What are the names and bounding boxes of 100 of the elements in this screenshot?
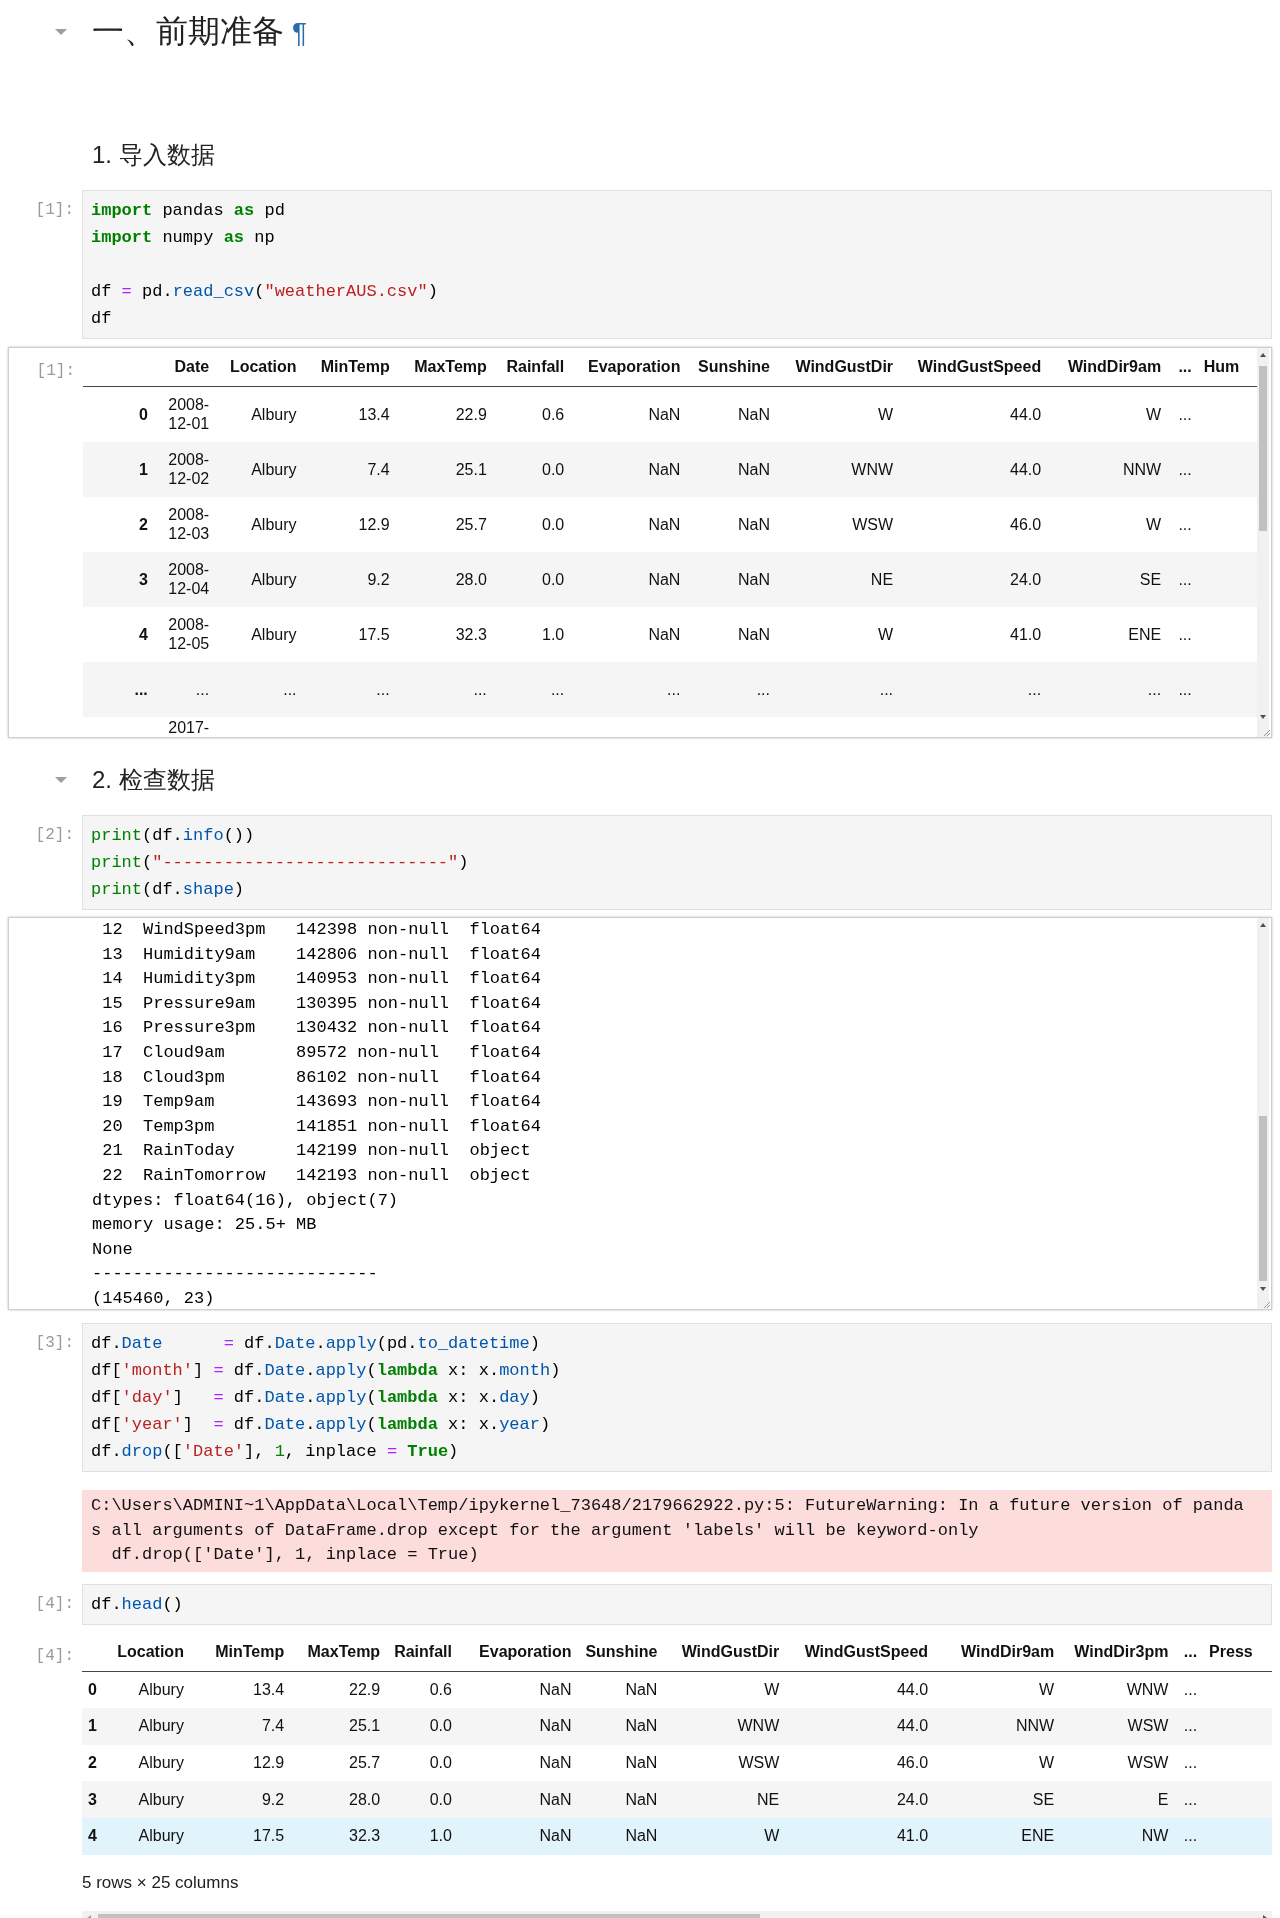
column-header: WindDir3pm — [1060, 1632, 1175, 1672]
vertical-scrollbar[interactable] — [1257, 348, 1269, 737]
table-cell: Albury — [215, 551, 303, 607]
table-cell: W — [776, 606, 900, 662]
collapse-caret-icon[interactable] — [54, 28, 68, 36]
table-cell: Albury — [111, 1671, 190, 1708]
table-cell: ... — [776, 661, 900, 717]
code-input[interactable]: print(df.info()) print("----------------------------") print(df.shape) — [82, 815, 1272, 910]
table-cell: 0.0 — [492, 441, 571, 497]
table-cell: W — [934, 1744, 1061, 1782]
table-cell: NaN — [577, 1781, 664, 1819]
table-cell: W — [776, 386, 900, 442]
table-cell: NE — [776, 551, 900, 607]
resize-grip-icon[interactable] — [1263, 1301, 1271, 1309]
table-cell: 28.0 — [290, 1781, 387, 1819]
output-line: s all arguments of DataFrame.drop except for the argument 'labels' will be keyword-only — [91, 1519, 979, 1542]
column-header: WindDir9am — [934, 1632, 1061, 1672]
table-cell: 2008-12-01 — [153, 386, 216, 442]
table-cell: 22.9 — [395, 386, 493, 442]
table-cell: Albury — [111, 1707, 190, 1745]
column-header: WindGustSpeed — [899, 348, 1048, 387]
column-header: WindGustDir — [663, 1632, 786, 1672]
output-line: None — [92, 1238, 133, 1261]
vertical-scrollbar[interactable] — [1257, 918, 1269, 1309]
output-line: (145460, 23) — [92, 1287, 215, 1309]
table-cell — [1203, 1818, 1272, 1855]
row-index: 2 — [82, 1744, 112, 1782]
code-line: print(df.shape) — [91, 879, 245, 901]
table-cell: 17.5 — [189, 1818, 291, 1855]
table-cell: NaN — [577, 1671, 664, 1708]
output-line: 19 Temp9am 143693 non-null float64 — [101, 1091, 541, 1114]
cell-prompt: [3]: — [34, 1333, 75, 1354]
table-cell: ... — [1167, 551, 1198, 607]
table-cell: ... — [1167, 606, 1198, 662]
cell-prompt: [4]: — [34, 1645, 75, 1667]
column-header: WindGustSpeed — [785, 1632, 935, 1672]
table-cell: NaN — [686, 551, 776, 607]
row-index: 0 — [83, 386, 154, 442]
table-cell: 9.2 — [302, 551, 396, 607]
resize-grip-icon[interactable] — [1263, 729, 1271, 737]
table-cell: SE — [1047, 551, 1168, 607]
code-line: df = pd.read_csv("weatherAUS.csv") — [91, 281, 438, 303]
code-line: print(df.info()) — [91, 825, 255, 847]
table-cell: 32.3 — [395, 606, 493, 662]
table-cell: NaN — [686, 386, 776, 442]
code-line: df['year'] = df.Date.apply(lambda x: x.year) — [91, 1414, 551, 1436]
anchor-link[interactable]: ¶ — [292, 17, 308, 48]
cell-prompt: [1]: — [34, 200, 75, 221]
table-cell: NaN — [570, 386, 687, 442]
row-index: 1 — [82, 1707, 112, 1745]
table-cell: 2008-12-03 — [153, 496, 216, 552]
table-cell: NaN — [686, 441, 776, 497]
column-header: Sunshine — [686, 348, 776, 387]
table-cell: NNW — [934, 1707, 1061, 1745]
code-line: df.drop(['Date'], 1, inplace = True) — [91, 1441, 459, 1463]
code-line: df['month'] = df.Date.apply(lambda x: x.month) — [91, 1360, 561, 1382]
code-line: df — [91, 308, 112, 330]
section-heading: 2. 检查数据 — [92, 765, 215, 795]
table-cell: 28.0 — [395, 551, 493, 607]
table-summary: 5 rows × 25 columns — [82, 1872, 239, 1893]
table-cell: 7.4 — [302, 441, 396, 497]
table-cell: ... — [1167, 661, 1198, 717]
code-input[interactable]: df.head() — [82, 1583, 1272, 1625]
column-header: MaxTemp — [290, 1632, 387, 1672]
table-cell: NaN — [457, 1818, 578, 1855]
code-input[interactable] — [82, 1323, 1272, 1472]
table-cell: 17.5 — [302, 606, 396, 662]
table-cell: 25.1 — [290, 1707, 387, 1745]
table-cell — [1203, 1781, 1272, 1819]
output-line: 17 Cloud9am 89572 non-null float64 — [101, 1041, 541, 1064]
table-cell: NaN — [570, 496, 687, 552]
table-cell: 25.1 — [395, 441, 493, 497]
table-cell: NW — [1060, 1818, 1175, 1855]
table-cell: W — [663, 1818, 786, 1855]
output-line: ---------------------------- — [92, 1263, 378, 1286]
code-input[interactable]: import pandas as pd import numpy as np df = pd.read_csv("weatherAUS.csv") df — [82, 190, 1272, 339]
table-cell: 32.3 — [290, 1818, 387, 1855]
table-cell: WNW — [1060, 1671, 1175, 1708]
table-cell: 44.0 — [899, 441, 1048, 497]
row-index: 0 — [82, 1671, 112, 1708]
column-header: Location — [111, 1632, 190, 1672]
column-header: Date — [153, 348, 216, 387]
table-cell: NaN — [457, 1781, 578, 1819]
row-index: ... — [83, 661, 154, 717]
code-line: import pandas as pd — [91, 200, 285, 222]
column-header: Rainfall — [386, 1632, 458, 1672]
table-cell: 2008-12-02 — [153, 441, 216, 497]
table-cell: NaN — [577, 1818, 664, 1855]
column-header: Rainfall — [492, 348, 571, 387]
row-index: 4 — [82, 1818, 112, 1855]
output-line: memory usage: 25.5+ MB — [92, 1214, 317, 1237]
column-header: Sunshine — [577, 1632, 664, 1672]
table-cell: W — [1047, 496, 1168, 552]
table-cell: 0.0 — [492, 496, 571, 552]
table-cell: ... — [1174, 1671, 1204, 1708]
collapse-caret-icon[interactable] — [54, 776, 68, 784]
column-header: WindGustDir — [776, 348, 900, 387]
table-cell: 46.0 — [899, 496, 1048, 552]
output-line: 20 Temp3pm 141851 non-null float64 — [101, 1115, 541, 1138]
column-header: ... — [1174, 1632, 1204, 1672]
